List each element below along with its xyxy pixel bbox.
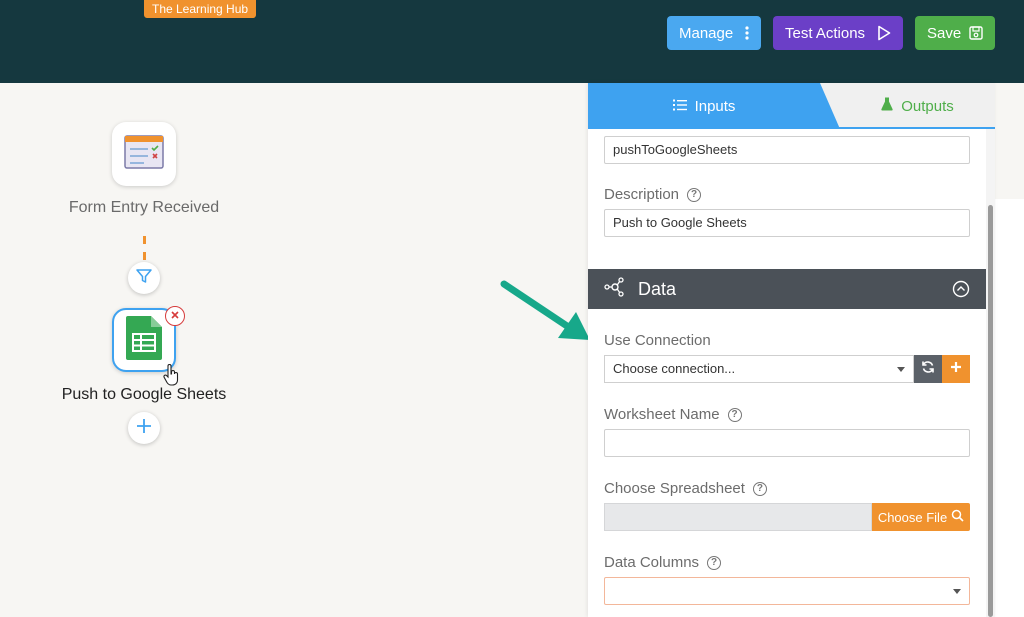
worksheet-name-label: Worksheet Name ?	[604, 406, 742, 423]
tabs-underline	[588, 127, 995, 129]
choose-file-button[interactable]: Choose File	[872, 503, 970, 531]
manage-button[interactable]: Manage	[667, 16, 761, 50]
save-button-label: Save	[927, 24, 962, 42]
tab-inputs-label: Inputs	[694, 97, 736, 115]
search-icon	[951, 509, 964, 525]
action-node-label: Push to Google Sheets	[61, 386, 227, 403]
data-columns-label: Data Columns ?	[604, 554, 722, 571]
form-icon	[124, 134, 164, 175]
plus-icon	[135, 417, 153, 440]
annotation-arrow-icon	[498, 278, 594, 349]
data-columns-select[interactable]	[604, 577, 970, 605]
data-section-title: Data	[638, 278, 677, 299]
network-icon	[604, 276, 626, 302]
close-icon	[170, 307, 180, 325]
play-icon	[877, 25, 891, 41]
tab-inputs[interactable]: Inputs	[588, 83, 840, 129]
add-step-button[interactable]	[128, 412, 160, 444]
connector-dash-1	[143, 236, 146, 244]
step-settings-panel: Inputs Outputs pushToGoogleSheets Descri…	[588, 83, 995, 617]
learning-hub-badge[interactable]: The Learning Hub	[144, 0, 257, 18]
refresh-icon	[921, 360, 935, 379]
test-actions-button[interactable]: Test Actions	[773, 16, 903, 50]
connector-dash-2	[143, 252, 146, 260]
manage-button-label: Manage	[679, 24, 734, 42]
help-icon[interactable]: ?	[687, 187, 702, 202]
remove-node-button[interactable]	[165, 306, 185, 326]
filter-button[interactable]	[128, 262, 160, 294]
test-actions-label: Test Actions	[785, 24, 866, 42]
list-icon	[672, 98, 687, 115]
form-entry-trigger-node[interactable]	[112, 122, 176, 186]
more-vertical-icon	[745, 26, 749, 40]
data-section-header[interactable]: Data	[588, 269, 986, 309]
help-icon[interactable]: ?	[727, 407, 742, 422]
tab-outputs-label: Outputs	[901, 97, 954, 115]
floppy-disk-icon	[969, 26, 983, 40]
description-label-text: Description	[604, 186, 680, 203]
help-icon[interactable]: ?	[752, 481, 767, 496]
filter-icon	[135, 267, 153, 290]
use-connection-label-text: Use Connection	[604, 332, 711, 349]
choose-spreadsheet-label: Choose Spreadsheet ?	[604, 480, 767, 497]
top-bar: The Learning Hub Manage Test Actions Sav…	[0, 0, 1024, 83]
use-connection-label: Use Connection	[604, 332, 711, 349]
panel-tabs: Inputs Outputs	[588, 83, 995, 129]
choose-file-label: Choose File	[877, 509, 948, 525]
choose-spreadsheet-label-text: Choose Spreadsheet	[604, 480, 745, 497]
tab-outputs[interactable]: Outputs	[840, 83, 995, 129]
google-sheets-icon	[125, 315, 163, 366]
connection-select[interactable]: Choose connection...	[604, 355, 914, 383]
panel-scrollbar-thumb[interactable]	[988, 205, 993, 617]
spreadsheet-file-display	[604, 503, 872, 531]
add-connection-button[interactable]	[942, 355, 970, 383]
panel-edge	[995, 199, 1024, 617]
description-input[interactable]: Push to Google Sheets	[604, 209, 970, 237]
trigger-node-label: Form Entry Received	[68, 199, 220, 216]
save-button[interactable]: Save	[915, 16, 995, 50]
data-columns-label-text: Data Columns	[604, 554, 700, 571]
chevron-down-icon	[897, 367, 905, 372]
step-name-input[interactable]: pushToGoogleSheets	[604, 136, 970, 164]
flask-icon	[881, 97, 893, 115]
help-icon[interactable]: ?	[707, 555, 722, 570]
canvas-edge	[995, 83, 1024, 199]
worksheet-name-input[interactable]	[604, 429, 970, 457]
worksheet-name-label-text: Worksheet Name	[604, 406, 720, 423]
refresh-connections-button[interactable]	[914, 355, 942, 383]
chevron-down-icon	[953, 589, 961, 594]
plus-icon	[950, 360, 962, 378]
description-label: Description ?	[604, 186, 702, 203]
collapse-chevron-icon[interactable]	[952, 280, 970, 303]
connection-select-value: Choose connection...	[613, 361, 736, 376]
